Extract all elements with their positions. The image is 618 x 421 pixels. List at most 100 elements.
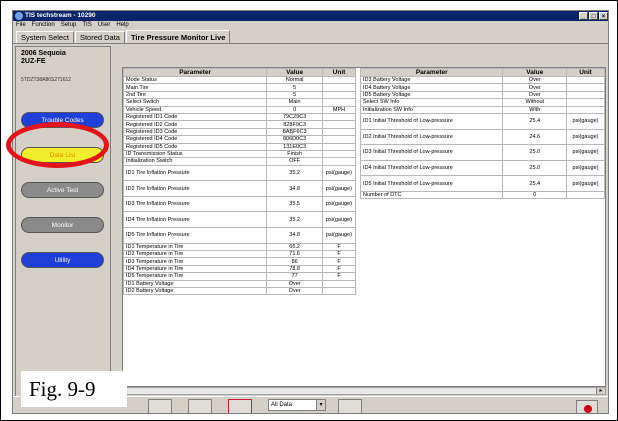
table-row[interactable]: 2nd Tire 5 — [123, 90, 356, 100]
table-row[interactable]: ID2 Tire Inflation Pressure 34.8 psi(gauge… — [123, 180, 356, 197]
table-row[interactable]: Main Tire 5 — [123, 83, 356, 92]
table-row[interactable]: Registered ID3 Code 8ABF6C3 — [123, 127, 356, 137]
menu-help[interactable]: Help — [116, 21, 128, 30]
table-row[interactable]: Registered ID4 Code 806D0C3 — [123, 135, 356, 144]
table-row[interactable]: Select SW Info Without — [359, 98, 605, 107]
menu-tis[interactable]: TIS — [82, 21, 91, 30]
table-row[interactable]: Initialization SW Info With — [359, 105, 605, 114]
parameter-cell: ID4 Temperature in Tire — [123, 264, 268, 274]
unit-cell: psi(gauge) — [566, 112, 605, 130]
table-row[interactable]: Select Switch Main — [123, 98, 356, 107]
table-row[interactable]: ID5 Initial Threshold of Low-pressure 25.… — [359, 175, 605, 192]
unit-cell: F — [322, 264, 356, 274]
figure-label: Fig. 9-9 — [21, 371, 127, 407]
table-row[interactable]: ID4 Temperature in Tire 78.8 F — [123, 264, 356, 274]
col-header-value[interactable]: Value — [502, 68, 568, 77]
table-row[interactable]: ID3 Temperature in Tire 86 F — [123, 257, 356, 266]
record-button[interactable] — [576, 400, 598, 413]
value-cell: 86 — [266, 257, 323, 266]
table-row[interactable]: ID5 Temperature in Tire 77 F — [123, 272, 356, 281]
col-header-parameter[interactable]: Parameter — [123, 68, 268, 77]
table-row[interactable]: Number of DTC 0 — [359, 190, 605, 200]
col-header-unit[interactable]: Unit — [566, 68, 605, 77]
value-cell: 71.6 — [266, 250, 323, 259]
parameter-cell: ID4 Battery Voltage — [359, 83, 504, 92]
unit-cell — [322, 120, 356, 129]
table-row[interactable]: ID1 Temperature in Tire 66.2 F — [123, 242, 356, 252]
close-button[interactable]: × — [599, 12, 608, 20]
menu-file[interactable]: File — [16, 21, 26, 30]
vehicle-name: 2006 Sequoia — [21, 50, 66, 57]
value-cell: OFF — [266, 157, 323, 166]
col-header-value[interactable]: Value — [266, 68, 323, 77]
table-row[interactable]: ID1 Tire Inflation Pressure 35.2 psi(gauge… — [123, 164, 356, 182]
menu-setup[interactable]: Setup — [61, 21, 77, 30]
table-row[interactable]: ID3 Tire Inflation Pressure 35.5 psi(gauge… — [123, 195, 356, 213]
parameter-cell: Registered ID4 Code — [123, 135, 268, 144]
parameter-cell: Mode Status — [123, 75, 268, 85]
app-window: TIS techstream - 10290 _ □ × File Functi… — [12, 10, 609, 414]
col-header-parameter[interactable]: Parameter — [359, 68, 504, 77]
value-cell: 5 — [266, 83, 323, 92]
value-cell: 25.4 — [502, 175, 568, 192]
table-row[interactable]: Initialization Switch OFF — [123, 157, 356, 166]
maximize-button[interactable]: □ — [589, 12, 598, 20]
unit-cell — [566, 105, 605, 114]
unit-cell — [322, 75, 356, 85]
table-row[interactable]: ID2 Temperature in Tire 71.6 F — [123, 250, 356, 259]
table-row[interactable]: ID3 Battery Voltage Over — [359, 75, 605, 85]
graph-view-button[interactable] — [338, 399, 362, 413]
horizontal-scrollbar[interactable]: ▸ — [122, 387, 606, 395]
utility-button[interactable]: Utility — [21, 252, 104, 268]
tab-tire-pressure-monitor-live[interactable]: Tire Pressure Monitor Live — [125, 30, 231, 43]
parameter-cell: ID2 Tire Inflation Pressure — [123, 180, 268, 197]
monitor-button[interactable]: Monitor — [21, 217, 104, 233]
parameter-cell: Number of DTC — [359, 190, 504, 200]
table-row[interactable]: ID1 Initial Threshold of Low-pressure 25.… — [359, 112, 605, 130]
table-row[interactable]: ID1 Battery Voltage Over — [123, 279, 356, 289]
parameter-cell: Registered ID3 Code — [123, 127, 268, 137]
value-cell: 77 — [266, 272, 323, 281]
table-row[interactable]: ID2 Battery Voltage Over — [123, 286, 356, 296]
data-list-grid: Parameter Value Unit Mode Status Normal Ma… — [122, 67, 606, 387]
snapshot-button[interactable] — [228, 399, 252, 413]
menu-bar: File Function Setup TIS User Help — [13, 21, 608, 30]
scroll-right-arrow-icon[interactable]: ▸ — [596, 388, 605, 394]
table-row[interactable]: ID Transmission Status Finish — [123, 149, 356, 159]
minimize-button[interactable]: _ — [579, 12, 588, 20]
table-row[interactable]: ID5 Tire Inflation Pressure 34.8 psi(gauge… — [123, 227, 356, 244]
value-cell: Over — [502, 90, 568, 100]
edit-list-button[interactable] — [188, 399, 212, 413]
active-test-button[interactable]: Active Test — [21, 182, 104, 198]
vehicle-vin: 5TDZT38A86S271612 — [21, 77, 72, 83]
data-filter-select[interactable]: All Data ▾ — [268, 399, 326, 411]
table-row[interactable]: Vehicle Speed 0 MPH — [123, 105, 356, 114]
value-cell: Over — [266, 286, 323, 296]
table-row[interactable]: Registered ID1 Code 79C29C3 — [123, 112, 356, 122]
data-table-left: Parameter Value Unit Mode Status Normal Ma… — [123, 68, 356, 296]
table-row[interactable]: ID4 Tire Inflation Pressure 35.2 psi(gauge… — [123, 211, 356, 229]
table-row[interactable]: ID2 Initial Threshold of Low-pressure 24.… — [359, 128, 605, 146]
menu-function[interactable]: Function — [32, 21, 55, 30]
tab-stored-data[interactable]: Stored Data — [74, 31, 125, 43]
parameter-cell: ID2 Battery Voltage — [123, 286, 268, 296]
table-row[interactable]: ID5 Battery Voltage Over — [359, 90, 605, 100]
table-row[interactable]: ID4 Battery Voltage Over — [359, 83, 605, 92]
tab-system-select[interactable]: System Select — [16, 31, 74, 43]
table-row[interactable]: Registered ID2 Code 828F9C3 — [123, 120, 356, 129]
menu-user[interactable]: User — [98, 21, 111, 30]
left-panel: 2006 Sequoia 2UZ-FE 5TDZT38A86S271612 Tr… — [15, 46, 111, 406]
table-row[interactable]: Registered ID5 Code 131E0C3 — [123, 142, 356, 151]
unit-cell — [566, 190, 605, 200]
unit-cell — [322, 98, 356, 107]
parameter-cell: Registered ID5 Code — [123, 142, 268, 151]
list-view-button[interactable] — [148, 399, 172, 413]
table-row[interactable]: ID4 Initial Threshold of Low-pressure 25.… — [359, 159, 605, 177]
table-row[interactable]: ID3 Initial Threshold of Low-pressure 25.… — [359, 144, 605, 161]
table-row[interactable]: Mode Status Normal — [123, 75, 356, 85]
col-header-unit[interactable]: Unit — [322, 68, 356, 77]
parameter-cell: ID5 Initial Threshold of Low-pressure — [359, 175, 504, 192]
value-cell: 0 — [502, 190, 568, 200]
value-cell: 34.8 — [266, 180, 323, 197]
unit-cell: psi(gauge) — [322, 211, 356, 229]
